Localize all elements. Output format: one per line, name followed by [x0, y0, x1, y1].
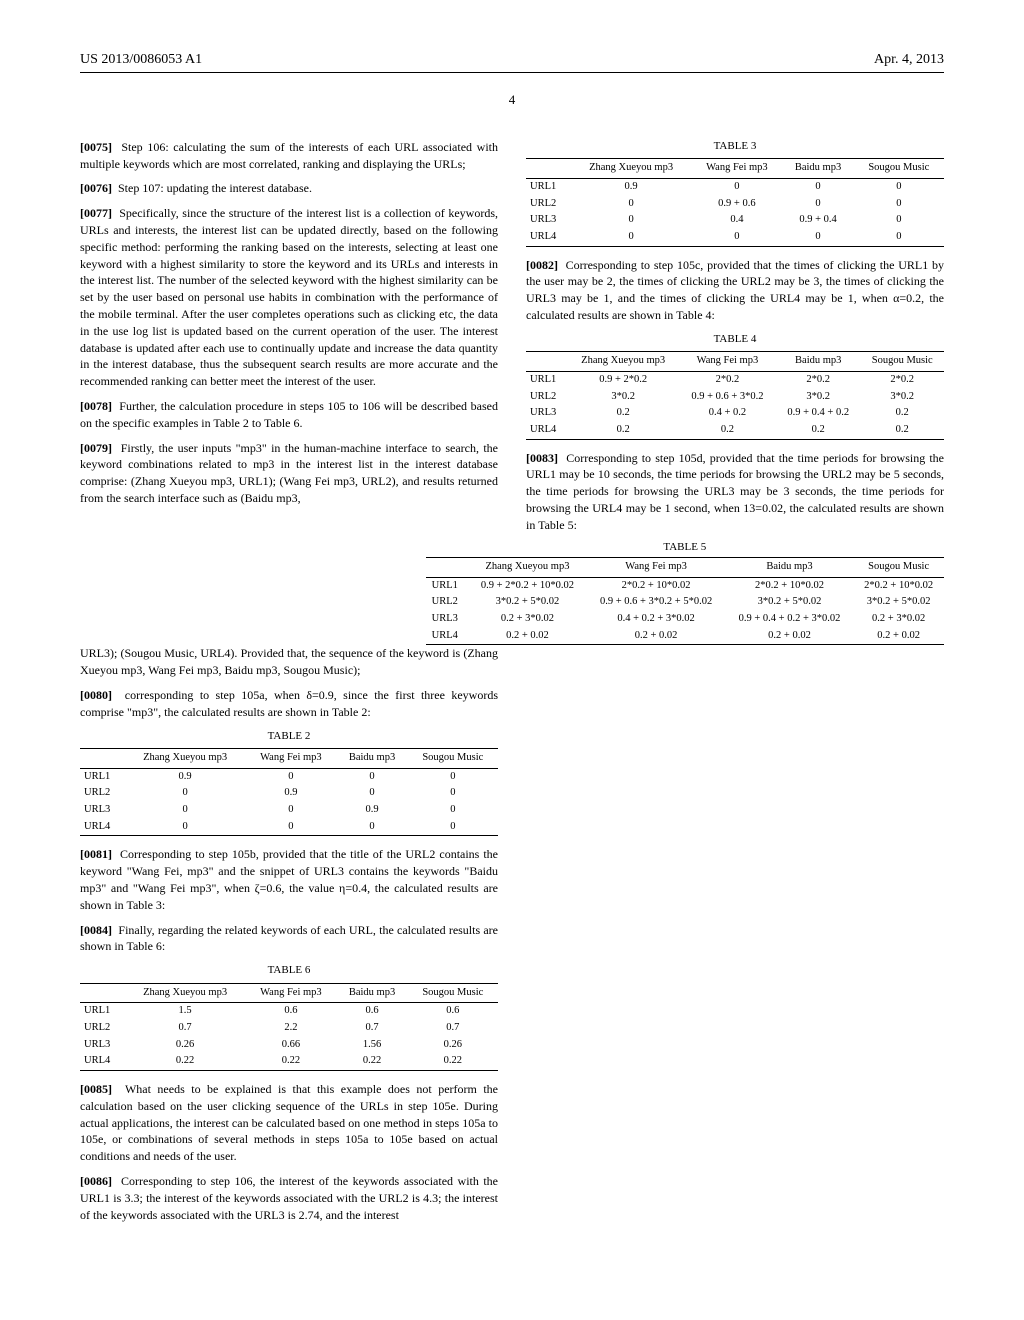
col-header: Wang Fei mp3	[245, 983, 336, 1002]
table-caption: TABLE 4	[526, 332, 944, 347]
table-row: URL23*0.2 + 5*0.020.9 + 0.6 + 3*0.2 + 5*…	[426, 594, 944, 611]
table-row: URL11.50.60.60.6	[80, 1003, 498, 1020]
paragraph-0084: [0084] Finally, regarding the related ke…	[80, 922, 498, 956]
paragraph-0075: [0075] Step 106: calculating the sum of …	[80, 139, 498, 173]
para-text: Step 107: updating the interest database…	[118, 181, 312, 195]
table-caption: TABLE 2	[80, 729, 498, 744]
col-header: Baidu mp3	[726, 558, 854, 577]
para-text: Further, the calculation procedure in st…	[80, 399, 498, 430]
table-row: URL10.9000	[80, 768, 498, 785]
table-caption: TABLE 6	[80, 963, 498, 978]
col-header: Zhang Xueyou mp3	[125, 983, 245, 1002]
para-num: [0077]	[80, 206, 112, 220]
table-5-full: TABLE 5 Zhang Xueyou mp3 Wang Fei mp3 Ba…	[80, 534, 944, 646]
col-header: Sougou Music	[408, 749, 498, 768]
para-text: Corresponding to step 105d, provided tha…	[526, 451, 944, 532]
two-column-body: [0075] Step 106: calculating the sum of …	[80, 139, 944, 1249]
para-text: Corresponding to step 105b, provided tha…	[80, 847, 498, 911]
publication-date: Apr. 4, 2013	[874, 50, 944, 70]
table-row: URL40.2 + 0.020.2 + 0.020.2 + 0.020.2 + …	[426, 628, 944, 645]
para-text: Step 106: calculating the sum of the int…	[80, 140, 498, 171]
col-header: Wang Fei mp3	[691, 159, 782, 178]
para-text: Corresponding to step 105c, provided tha…	[526, 258, 944, 322]
table-2: TABLE 2 Zhang Xueyou mp3 Wang Fei mp3 Ba…	[80, 729, 498, 837]
table-caption: TABLE 5	[426, 540, 944, 555]
col-header: Baidu mp3	[776, 352, 860, 371]
para-num: [0078]	[80, 399, 112, 413]
table-row: URL200.900	[80, 785, 498, 802]
col-header: Sougou Music	[853, 558, 944, 577]
para-num: [0081]	[80, 847, 112, 861]
col-header: Baidu mp3	[336, 749, 407, 768]
para-num: [0084]	[80, 923, 112, 937]
para-num: [0086]	[80, 1174, 112, 1188]
paragraph-0076: [0076] Step 107: updating the interest d…	[80, 180, 498, 197]
para-num: [0079]	[80, 441, 112, 455]
paragraph-0078: [0078] Further, the calculation procedur…	[80, 398, 498, 432]
col-header: Sougou Music	[408, 983, 498, 1002]
para-num: [0082]	[526, 258, 558, 272]
para-num: [0083]	[526, 451, 558, 465]
paragraph-0086: [0086] Corresponding to step 106, the in…	[80, 1173, 498, 1223]
col-header: Baidu mp3	[782, 159, 853, 178]
paragraph-0082: [0082] Corresponding to step 105c, provi…	[526, 257, 944, 324]
para-num: [0075]	[80, 140, 112, 154]
para-num: [0080]	[80, 688, 112, 702]
table-caption: TABLE 3	[526, 139, 944, 154]
table-row: URL40.220.220.220.22	[80, 1053, 498, 1070]
col-header: Zhang Xueyou mp3	[468, 558, 586, 577]
paragraph-0077: [0077] Specifically, since the structure…	[80, 205, 498, 390]
para-text: Finally, regarding the related keywords …	[80, 923, 498, 954]
table-row: URL23*0.20.9 + 0.6 + 3*0.23*0.23*0.2	[526, 389, 944, 406]
table-3: TABLE 3 Zhang Xueyou mp3 Wang Fei mp3 Ba…	[526, 139, 944, 247]
paragraph-0080: [0080] corresponding to step 105a, when …	[80, 687, 498, 721]
col-header: Zhang Xueyou mp3	[571, 159, 691, 178]
para-num: [0085]	[80, 1082, 112, 1096]
table-row: URL10.9000	[526, 178, 944, 195]
table-6: TABLE 6 Zhang Xueyou mp3 Wang Fei mp3 Ba…	[80, 963, 498, 1071]
para-text: Firstly, the user inputs "mp3" in the hu…	[80, 441, 498, 505]
col-header: Sougou Music	[860, 352, 944, 371]
page-number: 4	[80, 91, 944, 109]
paragraph-0079: [0079] Firstly, the user inputs "mp3" in…	[80, 440, 498, 507]
table-row: URL20.72.20.70.7	[80, 1020, 498, 1037]
table-row: URL40000	[526, 229, 944, 246]
col-header: Wang Fei mp3	[679, 352, 776, 371]
paragraph-0085: [0085] What needs to be explained is tha…	[80, 1081, 498, 1165]
para-num: [0076]	[80, 181, 112, 195]
table-row: URL10.9 + 2*0.2 + 10*0.022*0.2 + 10*0.02…	[426, 577, 944, 594]
table-row: URL30.2 + 3*0.020.4 + 0.2 + 3*0.020.9 + …	[426, 611, 944, 628]
col-header: Zhang Xueyou mp3	[125, 749, 245, 768]
para-text: Specifically, since the structure of the…	[80, 206, 498, 388]
paragraph-0081: [0081] Corresponding to step 105b, provi…	[80, 846, 498, 913]
table-row: URL40000	[80, 819, 498, 836]
col-header: Wang Fei mp3	[245, 749, 336, 768]
para-text: URL3); (Sougou Music, URL4). Provided th…	[80, 646, 498, 677]
table-row: URL30.20.4 + 0.20.9 + 0.4 + 0.20.2	[526, 405, 944, 422]
col-header: Baidu mp3	[336, 983, 407, 1002]
col-header: Wang Fei mp3	[586, 558, 725, 577]
patent-page: US 2013/0086053 A1 Apr. 4, 2013 4 [0075]…	[0, 0, 1024, 1320]
table-row: URL40.20.20.20.2	[526, 422, 944, 439]
col-header: Zhang Xueyou mp3	[567, 352, 678, 371]
para-text: What needs to be explained is that this …	[80, 1082, 498, 1163]
para-text: Corresponding to step 106, the interest …	[80, 1174, 498, 1222]
table-4: TABLE 4 Zhang Xueyou mp3 Wang Fei mp3 Ba…	[526, 332, 944, 440]
table-row: URL300.40.9 + 0.40	[526, 212, 944, 229]
table-row: URL10.9 + 2*0.22*0.22*0.22*0.2	[526, 371, 944, 388]
col-header: Sougou Music	[854, 159, 944, 178]
table-row: URL200.9 + 0.600	[526, 196, 944, 213]
page-header: US 2013/0086053 A1 Apr. 4, 2013	[80, 50, 944, 73]
table-row: URL30.260.661.560.26	[80, 1037, 498, 1054]
para-text: corresponding to step 105a, when δ=0.9, …	[80, 688, 498, 719]
paragraph-0083: [0083] Corresponding to step 105d, provi…	[526, 450, 944, 534]
table-row: URL3000.90	[80, 802, 498, 819]
publication-number: US 2013/0086053 A1	[80, 50, 202, 70]
paragraph-cont: URL3); (Sougou Music, URL4). Provided th…	[80, 645, 498, 679]
